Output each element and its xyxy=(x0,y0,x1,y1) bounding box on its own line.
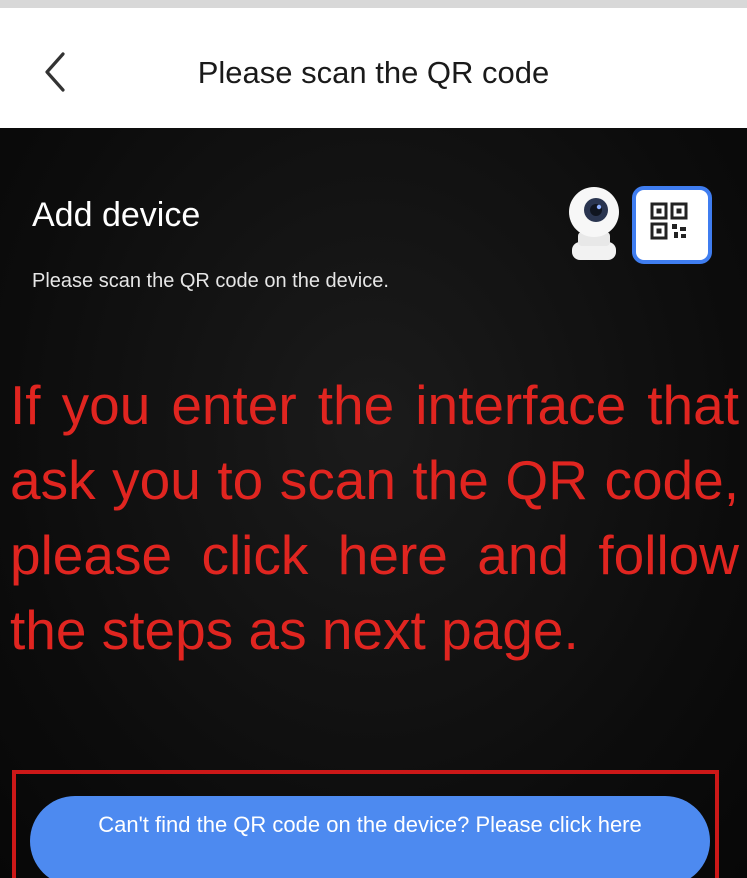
page-title: Please scan the QR code xyxy=(197,55,550,90)
cant-find-qr-button[interactable]: Can't find the QR code on the device? Pl… xyxy=(30,796,710,878)
status-strip xyxy=(0,0,747,8)
chevron-left-icon xyxy=(45,52,65,92)
camera-device-icon xyxy=(569,187,619,260)
navigation-bar: Please scan the QR code xyxy=(0,8,747,128)
instruction-overlay-text: If you enter the interface that ask you … xyxy=(10,374,739,661)
add-device-subtitle: Please scan the QR code on the device. xyxy=(32,270,389,292)
add-device-title: Add device xyxy=(32,196,201,234)
scan-content-area: Add device Please scan the QR code on th… xyxy=(0,128,747,878)
app-screen: Please scan the QR code Add device Pleas… xyxy=(0,0,747,878)
qr-code-icon xyxy=(632,186,712,264)
back-button[interactable] xyxy=(28,44,80,100)
device-illustration xyxy=(569,186,712,264)
